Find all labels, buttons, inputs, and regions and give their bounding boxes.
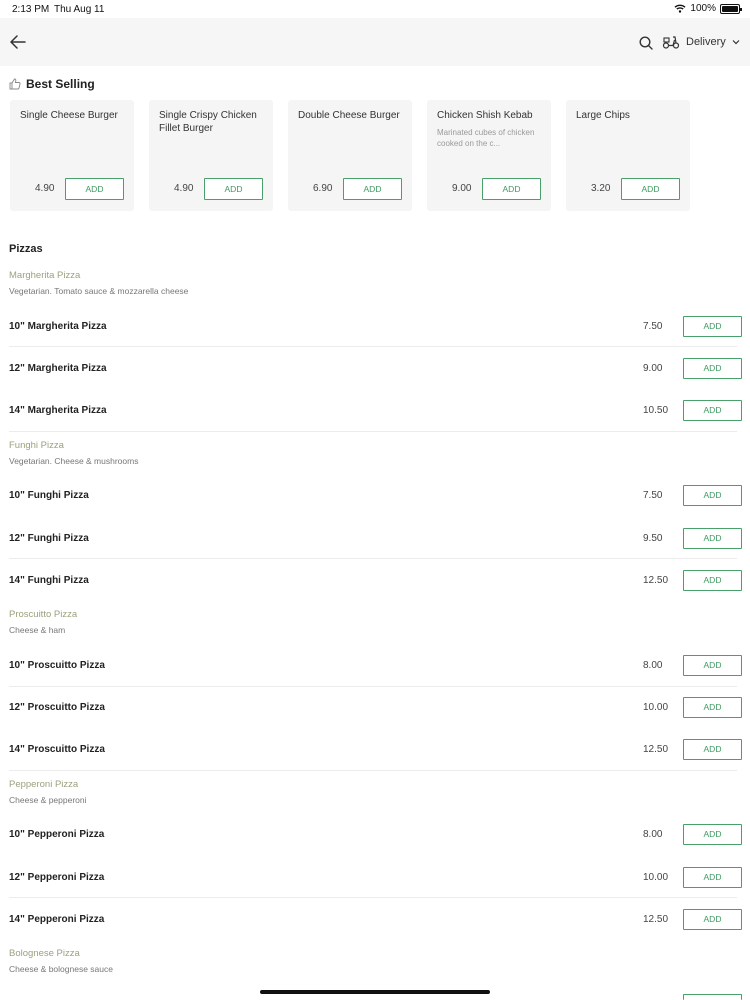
- menu-item-name: 12" Proscuitto Pizza: [9, 702, 105, 713]
- menu-item-price: 10.00: [643, 872, 669, 883]
- card-price: 9.00: [452, 183, 472, 194]
- add-button[interactable]: ADD: [683, 697, 742, 718]
- row-divider: [9, 558, 737, 559]
- menu-item-price: 7.50: [643, 321, 663, 332]
- menu-item-name: 14" Funghi Pizza: [9, 575, 89, 586]
- add-button[interactable]: ADD: [683, 400, 742, 421]
- menu-item-price: 8.00: [643, 660, 663, 671]
- pizza-group-title: Margherita Pizza: [9, 270, 81, 281]
- wifi-icon: [674, 4, 686, 13]
- pizzas-section-title: Pizzas: [9, 243, 43, 255]
- menu-item-price: 12.50: [643, 575, 669, 586]
- status-bar: 2:13 PM Thu Aug 11 100%: [0, 0, 750, 18]
- best-selling-card[interactable]: Double Cheese Burger 6.90 ADD: [288, 100, 412, 211]
- card-name: Single Cheese Burger: [20, 110, 118, 121]
- add-button-partial[interactable]: [683, 994, 742, 1000]
- battery-percent: 100%: [690, 3, 716, 14]
- row-divider: [9, 686, 737, 687]
- thumbs-up-icon: [9, 78, 21, 90]
- add-button[interactable]: ADD: [343, 178, 402, 200]
- card-description: Marinated cubes of chicken cooked on the…: [437, 128, 535, 148]
- best-selling-title: Best Selling: [26, 77, 95, 91]
- menu-item-price: 7.50: [643, 490, 663, 501]
- menu-item-name: 10" Funghi Pizza: [9, 490, 89, 501]
- add-button[interactable]: ADD: [683, 739, 742, 760]
- menu-item-name: 14" Proscuitto Pizza: [9, 744, 105, 755]
- add-button[interactable]: ADD: [683, 570, 742, 591]
- menu-item-name: 10" Proscuitto Pizza: [9, 660, 105, 671]
- menu-item-price: 8.00: [643, 829, 663, 840]
- add-button[interactable]: ADD: [683, 316, 742, 337]
- chevron-down-icon: [732, 40, 740, 45]
- menu-item-price: 10.50: [643, 405, 669, 416]
- add-button[interactable]: ADD: [65, 178, 124, 200]
- pizza-group-description: Cheese & bolognese sauce: [9, 964, 113, 974]
- card-name: Chicken Shish Kebab: [437, 110, 533, 121]
- menu-item-name: 10" Margherita Pizza: [9, 321, 107, 332]
- menu-item-price: 12.50: [643, 744, 669, 755]
- menu-item-price: 9.50: [643, 533, 663, 544]
- menu-item-name: 10" Pepperoni Pizza: [9, 829, 105, 840]
- battery-icon: [720, 3, 742, 14]
- menu-item-price: 9.00: [643, 363, 663, 374]
- row-divider: [9, 431, 737, 432]
- home-indicator: [260, 990, 490, 994]
- add-button[interactable]: ADD: [204, 178, 263, 200]
- status-time: 2:13 PM: [12, 4, 50, 15]
- menu-item-name: 12" Pepperoni Pizza: [9, 872, 105, 883]
- delivery-mode-selector[interactable]: Delivery: [662, 32, 740, 52]
- pizza-group-title: Funghi Pizza: [9, 440, 64, 451]
- card-price: 3.20: [591, 183, 611, 194]
- pizza-group-description: Cheese & ham: [9, 625, 66, 635]
- menu-item-name: 14" Margherita Pizza: [9, 405, 107, 416]
- add-button[interactable]: ADD: [683, 358, 742, 379]
- best-selling-card[interactable]: Single Crispy Chicken Fillet Burger 4.90…: [149, 100, 273, 211]
- pizza-group-description: Vegetarian. Cheese & mushrooms: [9, 456, 139, 466]
- pizza-group-title: Pepperoni Pizza: [9, 779, 79, 790]
- add-button[interactable]: ADD: [683, 824, 742, 845]
- best-selling-carousel[interactable]: Single Cheese Burger 4.90 ADD Single Cri…: [10, 100, 750, 211]
- menu-item-name: 12" Funghi Pizza: [9, 533, 89, 544]
- add-button[interactable]: ADD: [683, 867, 742, 888]
- best-selling-card[interactable]: Large Chips 3.20 ADD: [566, 100, 690, 211]
- add-button[interactable]: ADD: [683, 655, 742, 676]
- pizza-group-description: Cheese & pepperoni: [9, 795, 87, 805]
- card-price: 6.90: [313, 183, 333, 194]
- add-button[interactable]: ADD: [482, 178, 541, 200]
- card-price: 4.90: [35, 183, 55, 194]
- card-price: 4.90: [174, 183, 194, 194]
- pizza-group-title: Bolognese Pizza: [9, 948, 80, 959]
- best-selling-heading: Best Selling: [9, 77, 95, 91]
- menu-item-price: 12.50: [643, 914, 669, 925]
- row-divider: [9, 346, 737, 347]
- scooter-icon: [662, 36, 680, 49]
- card-name: Large Chips: [576, 110, 630, 121]
- top-nav-bar: Delivery: [0, 18, 750, 66]
- card-name: Double Cheese Burger: [298, 110, 400, 121]
- pizza-group-description: Vegetarian. Tomato sauce & mozzarella ch…: [9, 286, 189, 296]
- menu-item-name: 12" Margherita Pizza: [9, 363, 107, 374]
- add-button[interactable]: ADD: [683, 909, 742, 930]
- row-divider: [9, 770, 737, 771]
- row-divider: [9, 897, 737, 898]
- menu-item-price: 10.00: [643, 702, 669, 713]
- back-arrow-icon[interactable]: [8, 32, 28, 52]
- add-button[interactable]: ADD: [683, 528, 742, 549]
- menu-item-name: 14" Pepperoni Pizza: [9, 914, 105, 925]
- delivery-label: Delivery: [686, 36, 726, 48]
- card-name: Single Crispy Chicken Fillet Burger: [159, 110, 257, 134]
- search-icon[interactable]: [638, 35, 654, 51]
- add-button[interactable]: ADD: [621, 178, 680, 200]
- status-date: Thu Aug 11: [54, 4, 105, 15]
- best-selling-card[interactable]: Chicken Shish Kebab Marinated cubes of c…: [427, 100, 551, 211]
- add-button[interactable]: ADD: [683, 485, 742, 506]
- pizza-group-title: Proscuitto Pizza: [9, 609, 78, 620]
- status-right: 100%: [674, 3, 742, 14]
- best-selling-card[interactable]: Single Cheese Burger 4.90 ADD: [10, 100, 134, 211]
